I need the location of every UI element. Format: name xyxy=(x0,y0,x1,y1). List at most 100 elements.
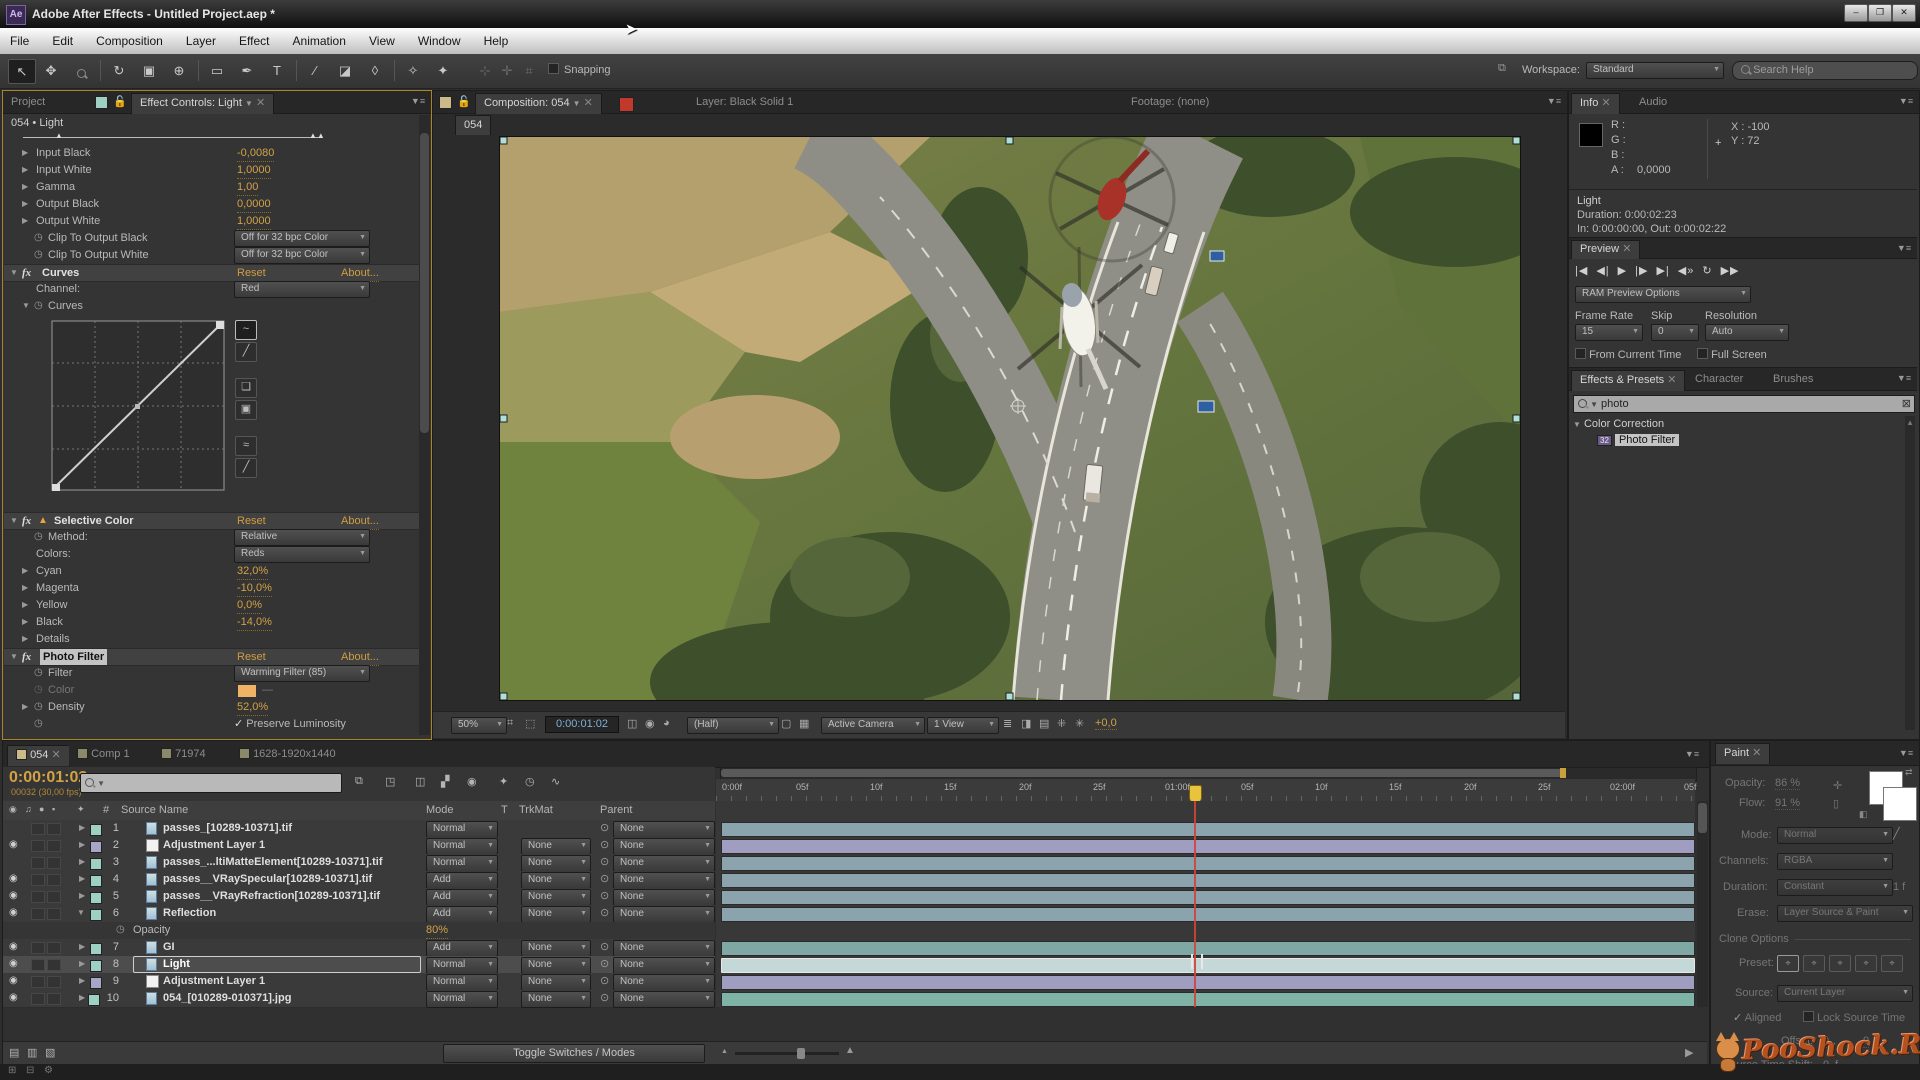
pan-behind-tool-icon[interactable]: ⊕ xyxy=(166,59,192,82)
effect-title[interactable]: Selective Color xyxy=(54,513,133,529)
eye-icon[interactable]: ◉ xyxy=(9,888,25,904)
expand-icon[interactable]: ▶ xyxy=(22,631,28,647)
property-value[interactable]: 1,0000 xyxy=(237,162,271,179)
trkmat-dropdown[interactable]: None xyxy=(521,855,591,872)
eye-icon[interactable]: ◉ xyxy=(9,905,25,921)
expand-icon[interactable]: ▶ xyxy=(79,871,85,887)
close-tab-icon[interactable]: ✕ xyxy=(1667,374,1676,386)
eye-icon[interactable]: ◉ xyxy=(9,837,25,853)
brainstorm-icon[interactable]: ✦ xyxy=(499,775,508,788)
tab-layer[interactable]: Layer: Black Solid 1 xyxy=(688,93,801,113)
tab-brushes[interactable]: Brushes xyxy=(1765,370,1821,390)
property-row-opacity[interactable]: ◷ Opacity 80% xyxy=(3,922,715,940)
reset-link[interactable]: Reset xyxy=(237,513,266,530)
snapshot-icon[interactable]: ◫ xyxy=(627,717,637,730)
expand-icon[interactable]: ▶ xyxy=(79,973,85,989)
fast-preview-icon[interactable]: ◨ xyxy=(1021,717,1031,730)
brush-tool-icon[interactable]: ∕ xyxy=(302,59,328,82)
clone-preset-1-icon[interactable]: ⌖ xyxy=(1777,955,1799,972)
parent-dropdown[interactable]: None xyxy=(613,889,715,906)
expand-icon[interactable]: ▶ xyxy=(79,888,85,904)
lock-icon[interactable]: 🔓 xyxy=(113,95,127,108)
paint-duration-dropdown[interactable]: Constant xyxy=(1777,879,1893,896)
pickwhip-icon[interactable]: ⊙ xyxy=(600,939,609,955)
layer-row[interactable]: ◉ ▶ 7 GI Add None ⊙ None xyxy=(3,939,715,957)
pixel-aspect-icon[interactable]: ≣ xyxy=(1003,717,1012,730)
timeline-tab-1628[interactable]: 1628-1920x1440 xyxy=(231,745,344,765)
timeline-scrollbar[interactable] xyxy=(1697,801,1708,1007)
mode-dropdown[interactable]: Normal xyxy=(426,991,498,1008)
expand-icon[interactable]: ▶ xyxy=(79,990,85,1006)
expand-icon[interactable]: ▶ xyxy=(22,563,28,579)
mode-dropdown[interactable]: Normal xyxy=(426,974,498,991)
mode-dropdown[interactable]: Normal xyxy=(426,957,498,974)
pickwhip-icon[interactable]: ⊙ xyxy=(600,973,609,989)
collapse-icon[interactable]: ▼ xyxy=(77,905,85,921)
expand-icon[interactable]: ▶ xyxy=(22,614,28,630)
expand-icon[interactable]: ▶ xyxy=(22,699,28,715)
parent-dropdown[interactable]: None xyxy=(613,991,715,1008)
timeline-search-input[interactable]: ▼ xyxy=(80,773,342,793)
parent-dropdown[interactable]: None xyxy=(613,855,715,872)
expand-icon[interactable]: ▶ xyxy=(22,580,28,596)
time-ruler[interactable]: 0:00f05f10f15f20f25f01:00f05f10f15f20f25… xyxy=(716,779,1695,802)
scroll-right-icon[interactable]: ▶ xyxy=(1685,1046,1693,1059)
snapping-checkbox[interactable] xyxy=(548,63,559,76)
trkmat-dropdown[interactable]: None xyxy=(521,957,591,974)
stopwatch-icon[interactable]: ◷ xyxy=(34,716,43,732)
audio-button[interactable]: ◀» xyxy=(1678,265,1695,277)
trkmat-dropdown[interactable]: None xyxy=(521,889,591,906)
collapse-icon[interactable]: ▼ xyxy=(10,265,18,281)
label-swatch[interactable] xyxy=(90,858,102,870)
menu-animation[interactable]: Animation xyxy=(283,28,356,48)
first-frame-button[interactable]: |◀ xyxy=(1575,265,1588,277)
type-tool-icon[interactable]: T xyxy=(264,59,290,82)
timeline-button-icon[interactable]: ▤ xyxy=(1039,717,1049,730)
clone-preset-3-icon[interactable]: ⌖ xyxy=(1829,955,1851,972)
preserve-luminosity-checkbox[interactable]: ✓ Preserve Luminosity xyxy=(234,716,346,732)
draft-3d-icon[interactable]: ◳ xyxy=(385,775,395,788)
effects-item-row[interactable]: 32 Photo Filter xyxy=(1597,434,1679,446)
layer-row[interactable]: ◉ ▶ 2 Adjustment Layer 1 Normal None ⊙ N… xyxy=(3,837,715,855)
layer-row[interactable]: ▶ 1 passes_[10289-10371].tif Normal ⊙ No… xyxy=(3,820,715,838)
parent-dropdown[interactable]: None xyxy=(613,821,715,838)
about-link[interactable]: About... xyxy=(341,649,379,666)
reset-link[interactable]: Reset xyxy=(237,649,266,666)
trkmat-dropdown[interactable]: None xyxy=(521,906,591,923)
layer-row[interactable]: ◉ ▶ 10 054_[010289-010371].jpg Normal No… xyxy=(3,990,715,1008)
smooth-curve-icon[interactable]: ≈ xyxy=(235,436,257,456)
effect-title-selected[interactable]: Photo Filter xyxy=(40,649,107,665)
clone-source-dropdown[interactable]: Current Layer xyxy=(1777,985,1913,1002)
chevron-down-icon[interactable]: ▼ xyxy=(245,99,253,108)
show-snapshot-icon[interactable]: ◉ xyxy=(645,717,655,730)
close-tab-icon[interactable]: ✕ xyxy=(256,97,265,109)
label-swatch[interactable] xyxy=(90,892,102,904)
workspace-dropdown[interactable]: Standard xyxy=(1586,62,1724,79)
pencil-tool-icon[interactable]: ╱ xyxy=(235,342,257,362)
method-dropdown[interactable]: Relative xyxy=(234,529,370,546)
layer-duration-bar[interactable] xyxy=(721,890,1695,905)
next-frame-button[interactable]: |▶ xyxy=(1635,265,1648,277)
motion-blur-icon[interactable]: ◉ xyxy=(467,775,477,788)
layer-name[interactable]: passes__VRaySpecular[10289-10371].tif xyxy=(163,871,372,887)
expand-icon[interactable]: ▶ xyxy=(79,939,85,955)
tab-preview[interactable]: Preview ✕ xyxy=(1571,240,1640,259)
col-mode[interactable]: Mode xyxy=(426,804,454,816)
zoom-in-mountain-icon[interactable]: ▲ xyxy=(845,1045,855,1056)
property-value[interactable]: 32,0% xyxy=(237,563,268,580)
layer-duration-bar[interactable] xyxy=(721,975,1695,990)
panel-menu-icon[interactable]: ▼≡ xyxy=(1897,96,1915,108)
current-timecode[interactable]: 0:00:01:02 xyxy=(9,769,87,787)
property-value[interactable]: 0,0000 xyxy=(237,196,271,213)
panel-menu-icon[interactable]: ▼≡ xyxy=(1895,373,1913,385)
pickwhip-icon[interactable]: ⊙ xyxy=(600,854,609,870)
label-swatch[interactable] xyxy=(90,960,102,972)
minimize-button[interactable]: – xyxy=(1844,4,1868,22)
mode-dropdown[interactable]: Add xyxy=(426,940,498,957)
eye-icon[interactable]: ◉ xyxy=(9,871,25,887)
tab-character[interactable]: Character xyxy=(1687,370,1751,390)
trkmat-dropdown[interactable]: None xyxy=(521,974,591,991)
play-button[interactable]: ▶ xyxy=(1618,265,1627,277)
property-value[interactable]: -10,0% xyxy=(237,580,272,597)
paint-flow-value[interactable]: 91 % xyxy=(1775,797,1800,810)
